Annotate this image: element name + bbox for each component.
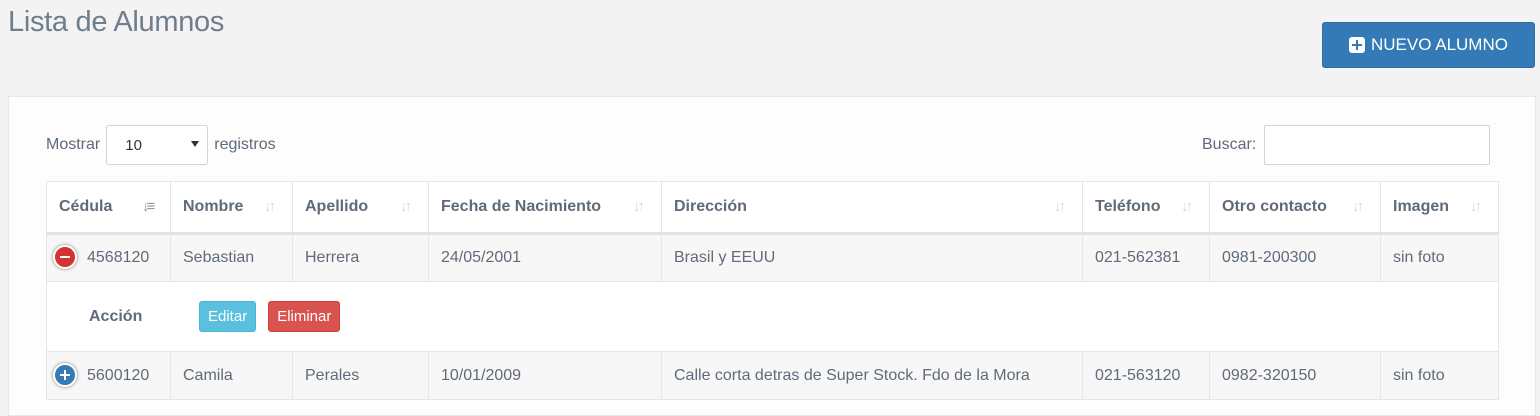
table-row[interactable]: 5600120 Camila Perales 10/01/2009 Calle … — [46, 351, 1499, 400]
column-header-apellido[interactable]: Apellido ↓↑ — [292, 181, 429, 235]
edit-button[interactable]: Editar — [199, 301, 257, 332]
search-input[interactable] — [1264, 125, 1491, 165]
cell-apellido: Perales — [292, 351, 429, 400]
collapse-row-icon[interactable] — [53, 245, 77, 269]
cell-otro-contacto: 0981-200300 — [1209, 233, 1381, 282]
cell-imagen: sin foto — [1380, 233, 1499, 282]
sort-icon: ↓↑ — [264, 198, 276, 215]
table-header-row: Cédula ↓≡ Nombre ↓↑ Apellido ↓↑ Fecha de Na… — [46, 181, 1499, 235]
length-suffix: registros — [214, 136, 276, 153]
search-control: Buscar: — [1202, 125, 1491, 165]
column-header-fecha[interactable]: Fecha de Nacimiento ↓↑ — [428, 181, 662, 235]
new-student-button[interactable]: NUEVO ALUMNO — [1322, 22, 1535, 68]
column-header-cedula[interactable]: Cédula ↓≡ — [46, 181, 171, 235]
search-label: Buscar: — [1202, 136, 1257, 153]
cell-apellido: Herrera — [292, 233, 429, 282]
cell-cedula: 5600120 — [46, 351, 171, 400]
cell-direccion: Brasil y EEUU — [661, 233, 1083, 282]
child-row-content: Acción Editar Eliminar — [59, 301, 1486, 332]
cell-fecha: 24/05/2001 — [428, 233, 662, 282]
sort-icon: ↓↑ — [1181, 198, 1193, 215]
students-table: Cédula ↓≡ Nombre ↓↑ Apellido ↓↑ Fecha de Na… — [46, 181, 1499, 400]
sort-icon: ↓↑ — [1054, 198, 1066, 215]
sort-icon: ↓↑ — [1352, 198, 1364, 215]
page-length-control: Mostrar 10 registros — [46, 125, 276, 165]
sort-icon: ↓↑ — [1470, 198, 1482, 215]
action-label: Acción — [89, 307, 143, 325]
cell-imagen: sin foto — [1380, 351, 1499, 400]
child-row: Acción Editar Eliminar — [46, 281, 1499, 352]
column-header-nombre[interactable]: Nombre ↓↑ — [170, 181, 293, 235]
cell-nombre: Sebastian — [170, 233, 293, 282]
column-header-direccion[interactable]: Dirección ↓↑ — [661, 181, 1083, 235]
cell-cedula: 4568120 — [46, 233, 171, 282]
new-student-button-label: NUEVO ALUMNO — [1371, 35, 1508, 54]
page-length-value: 10 — [125, 136, 142, 154]
cell-telefono: 021-563120 — [1082, 351, 1210, 400]
cell-otro-contacto: 0982-320150 — [1209, 351, 1381, 400]
sort-asc-icon: ↓≡ — [142, 198, 155, 215]
column-header-otro-contacto[interactable]: Otro contacto ↓↑ — [1209, 181, 1381, 235]
sort-icon: ↓↑ — [400, 198, 412, 215]
page-title: Lista de Alumnos — [8, 6, 225, 38]
caret-down-icon — [191, 141, 200, 147]
plus-square-icon — [1349, 37, 1365, 53]
cell-telefono: 021-562381 — [1082, 233, 1210, 282]
column-header-imagen[interactable]: Imagen ↓↑ — [1380, 181, 1499, 235]
column-header-telefono[interactable]: Teléfono ↓↑ — [1082, 181, 1210, 235]
length-prefix: Mostrar — [46, 136, 101, 153]
cell-nombre: Camila — [170, 351, 293, 400]
table-row[interactable]: 4568120 Sebastian Herrera 24/05/2001 Bra… — [46, 233, 1499, 282]
cell-direccion: Calle corta detras de Super Stock. Fdo d… — [661, 351, 1083, 400]
page-length-select[interactable]: 10 — [106, 125, 209, 165]
cell-fecha: 10/01/2009 — [428, 351, 662, 400]
expand-row-icon[interactable] — [53, 362, 77, 387]
sort-icon: ↓↑ — [633, 198, 645, 215]
delete-button[interactable]: Eliminar — [268, 301, 341, 332]
